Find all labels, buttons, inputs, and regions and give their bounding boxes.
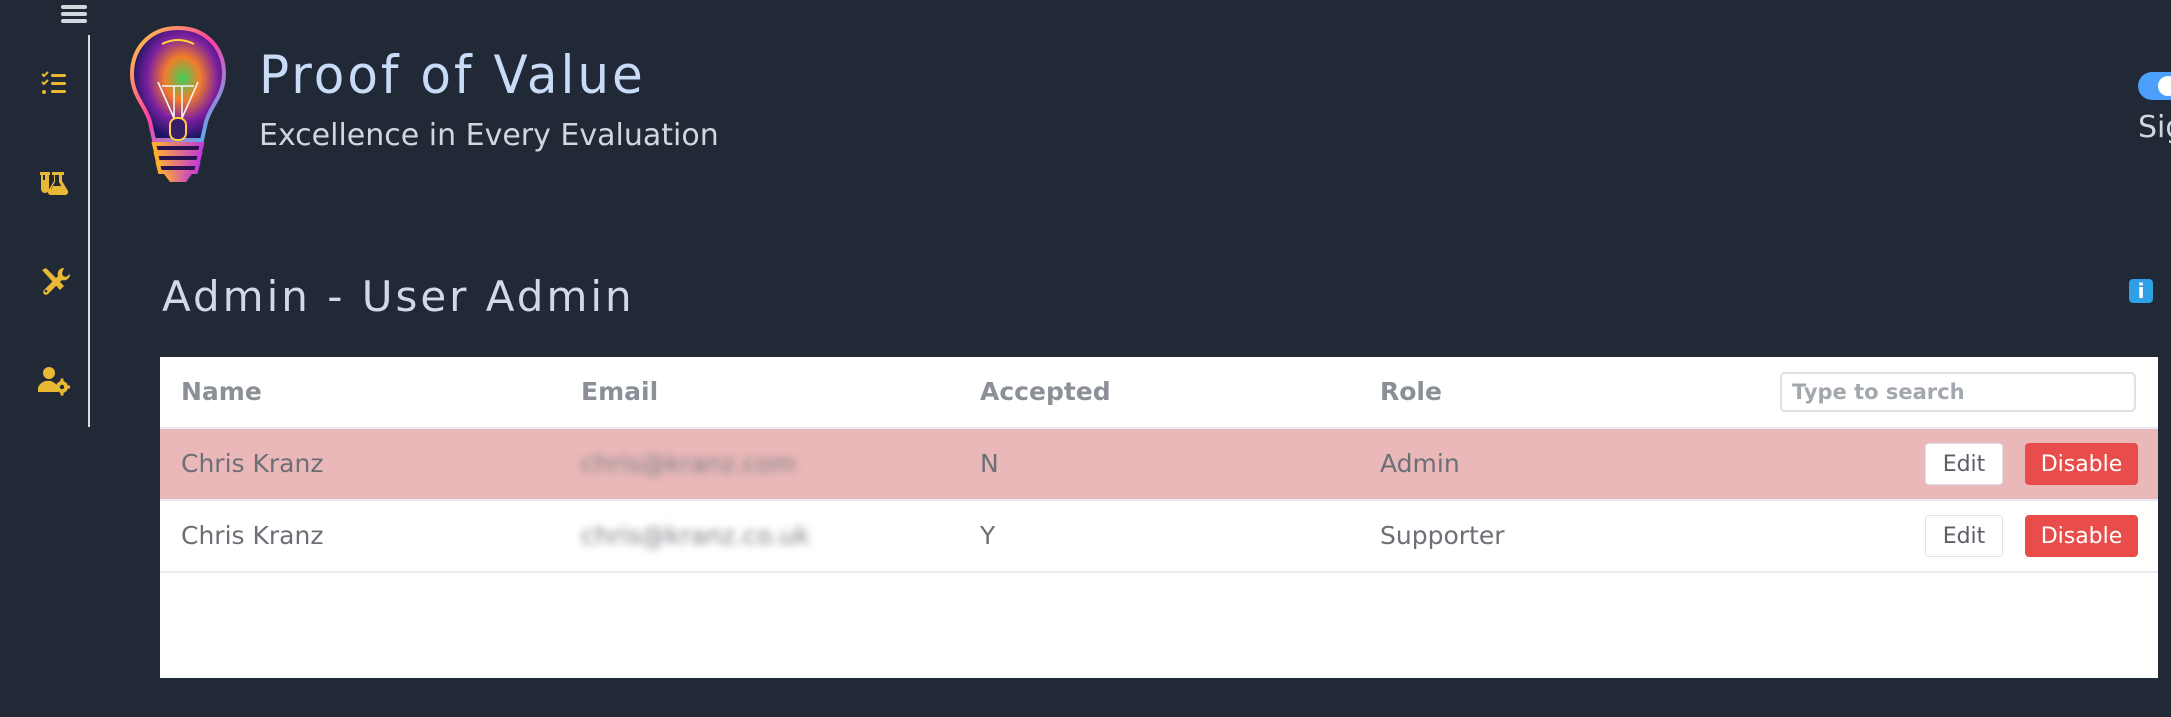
sidebar-item-user-admin[interactable] (37, 364, 71, 396)
user-accepted: N (980, 449, 999, 478)
hamburger-bar (61, 12, 87, 16)
column-header-name[interactable]: Name (181, 357, 262, 427)
app-title: Proof of Value (259, 44, 646, 106)
edit-button[interactable]: Edit (1925, 443, 2003, 485)
column-header-accepted[interactable]: Accepted (980, 357, 1111, 427)
tools-icon (42, 267, 71, 295)
table-header-row: Name Email Accepted Role (160, 357, 2158, 429)
page-title: Admin - User Admin (162, 272, 635, 321)
column-header-email[interactable]: Email (581, 357, 658, 427)
checklist-icon (41, 71, 66, 94)
user-table: Name Email Accepted Role Chris Kranz chr… (160, 357, 2158, 678)
sidebar-item-tools[interactable] (38, 264, 71, 296)
edit-button[interactable]: Edit (1925, 515, 2003, 557)
sign-in-link[interactable]: Sign (2138, 110, 2171, 145)
theme-toggle[interactable] (2138, 72, 2171, 100)
user-accepted: Y (980, 521, 996, 550)
lightbulb-logo-icon (128, 22, 228, 188)
disable-button[interactable]: Disable (2025, 443, 2138, 485)
user-gear-icon (37, 367, 71, 396)
hamburger-bar (61, 5, 87, 9)
disable-button[interactable]: Disable (2025, 515, 2138, 557)
user-name: Chris Kranz (181, 449, 324, 478)
info-icon[interactable]: i (2129, 279, 2153, 303)
user-email: chris@kranz.co.uk (581, 521, 810, 550)
sidebar-item-checklist[interactable] (38, 68, 70, 100)
sidebar-item-lab[interactable] (38, 166, 70, 198)
app-subtitle: Excellence in Every Evaluation (259, 118, 719, 153)
user-email: chris@kranz.com (581, 449, 797, 478)
table-row: Chris Kranz chris@kranz.com N Admin Edit… (160, 429, 2158, 501)
table-row: Chris Kranz chris@kranz.co.uk Y Supporte… (160, 501, 2158, 573)
sidebar-divider (88, 35, 90, 427)
column-header-role[interactable]: Role (1380, 357, 1442, 427)
user-name: Chris Kranz (181, 521, 324, 550)
hamburger-menu-icon[interactable] (61, 3, 87, 27)
user-role: Supporter (1380, 521, 1505, 550)
search-input[interactable] (1780, 372, 2136, 412)
hamburger-bar (61, 19, 87, 23)
flask-icon (40, 172, 69, 196)
user-role: Admin (1380, 449, 1460, 478)
